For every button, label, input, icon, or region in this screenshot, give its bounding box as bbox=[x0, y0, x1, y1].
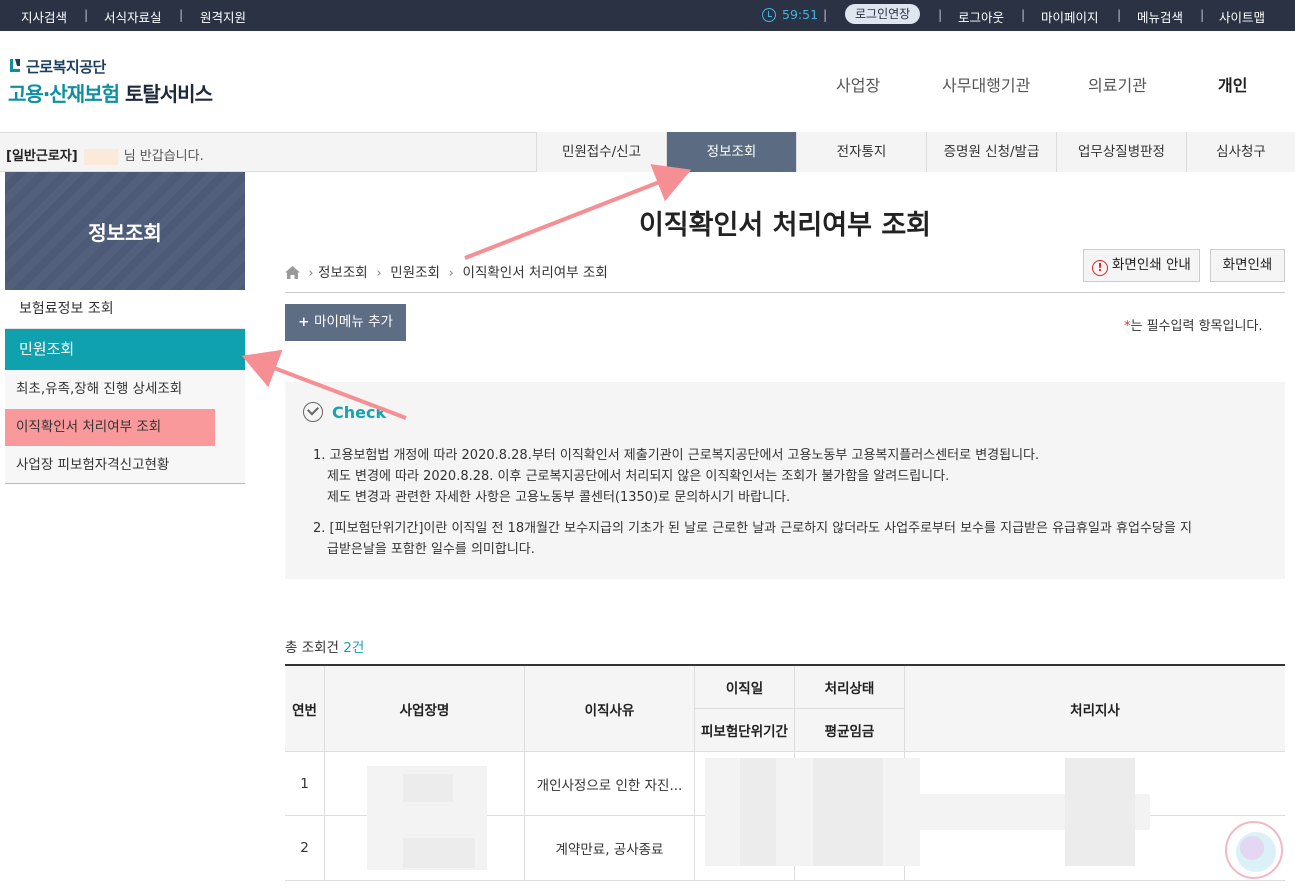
breadcrumb-chevron-icon: › bbox=[371, 265, 386, 281]
notice-item-2: 2. [피보험단위기간]이란 이직일 전 18개월간 보수지급의 기초가 된 날… bbox=[313, 518, 1268, 560]
separator: | bbox=[84, 7, 89, 22]
col-header-status: 처리상태 bbox=[795, 666, 905, 709]
privacy-mask bbox=[813, 758, 883, 866]
logo-org-name[interactable]: 근로복지공단 bbox=[26, 56, 106, 77]
lnb-subitem-separation-cert[interactable]: 이직확인서 처리여부 조회 bbox=[5, 408, 245, 447]
page-title: 이직확인서 처리여부 조회 bbox=[638, 210, 932, 241]
col-header-insured-period: 피보험단위기간 bbox=[695, 709, 795, 752]
result-table: 연번 사업장명 이직사유 이직일 처리상태 처리지사 피보험단위기간 평균임금 … bbox=[285, 664, 1285, 881]
lnb-item-civil-inquiry[interactable]: 민원조회 bbox=[5, 329, 245, 370]
col-header-reason: 이직사유 bbox=[525, 666, 695, 752]
masked-user-name bbox=[83, 148, 118, 165]
privacy-mask bbox=[740, 758, 776, 866]
tab-certificate[interactable]: 증명원 신청/발급 bbox=[926, 132, 1056, 172]
col-header-branch: 처리지사 bbox=[905, 666, 1285, 752]
logo-service-name[interactable]: 고용·산재보험 토탈서비스 bbox=[8, 78, 213, 107]
notice-line: 제도 변경과 관련한 자세한 사항은 고용노동부 콜센터(1350)로 문의하시… bbox=[327, 490, 791, 505]
menu-search-link[interactable]: 메뉴검색 bbox=[1137, 7, 1183, 26]
remote-support-link[interactable]: 원격지원 bbox=[200, 7, 246, 26]
tab-info-inquiry[interactable]: 정보조회 bbox=[666, 132, 796, 172]
home-icon[interactable] bbox=[285, 266, 300, 279]
required-notice: *는 필수입력 항목입니다. bbox=[1124, 315, 1263, 334]
alert-icon: ! bbox=[1092, 260, 1108, 276]
plus-icon: + bbox=[298, 314, 315, 330]
cell-no: 2 bbox=[285, 816, 325, 881]
mypage-link[interactable]: 마이페이지 bbox=[1041, 7, 1099, 26]
lnb-subitem-progress-detail[interactable]: 최초,유족,장해 진행 상세조회 bbox=[5, 370, 245, 408]
top-utility-bar: 지사검색 | 서식자료실 | 원격지원 59:51 | 로그인연장 | 로그아웃… bbox=[0, 0, 1295, 31]
tab-review-request[interactable]: 심사청구 bbox=[1186, 132, 1295, 172]
total-label: 총 조회건 bbox=[285, 640, 339, 656]
separator: | bbox=[938, 7, 943, 22]
separator: | bbox=[1200, 7, 1205, 22]
notice-title: Check bbox=[332, 403, 387, 422]
notice-line: 급받은날을 포함한 일수를 의미합니다. bbox=[327, 542, 535, 557]
separator: | bbox=[823, 7, 828, 22]
tab-civil-application[interactable]: 민원접수/신고 bbox=[536, 132, 666, 172]
total-count: 총 조회건 2건 bbox=[285, 636, 364, 656]
breadcrumb: › 정보조회 › 민원조회 › 이직확인서 처리여부 조회 bbox=[285, 261, 608, 281]
cell-reason: 계약만료, 공사종료 bbox=[525, 816, 695, 881]
site-header: 근로복지공단 고용·산재보험 토탈서비스 사업장 사무대행기관 의료기관 개인 bbox=[0, 31, 1295, 132]
col-header-no: 연번 bbox=[285, 666, 325, 752]
gnb-personal[interactable]: 개인 bbox=[1218, 72, 1247, 96]
breadcrumb-current: 이직확인서 처리여부 조회 bbox=[462, 265, 608, 281]
total-count-value: 2건 bbox=[343, 640, 365, 656]
user-type-label: [일반근로자] bbox=[6, 149, 78, 164]
breadcrumb-chevron-icon: › bbox=[308, 265, 314, 281]
col-header-company: 사업장명 bbox=[325, 666, 525, 752]
logo-service-accent: 고용·산재보험 bbox=[8, 82, 120, 106]
divider bbox=[285, 292, 1285, 293]
privacy-mask bbox=[1065, 758, 1135, 866]
cell-no: 1 bbox=[285, 752, 325, 816]
lnb-title: 정보조회 bbox=[88, 221, 162, 245]
privacy-mask bbox=[403, 838, 475, 868]
check-circle-icon bbox=[303, 402, 323, 422]
add-my-menu-button[interactable]: + 마이메뉴 추가 bbox=[285, 304, 406, 341]
notice-item-1: 1. 고용보험법 개정에 따라 2020.8.28.부터 이직확인서 제출기관이… bbox=[313, 445, 1268, 508]
cell-reason: 개인사정으로 인한 자진... bbox=[525, 752, 695, 816]
notice-box: Check 1. 고용보험법 개정에 따라 2020.8.28.부터 이직확인서… bbox=[285, 382, 1285, 579]
notice-line: 제도 변경에 따라 2020.8.28. 이후 근로복지공단에서 처리되지 않은… bbox=[327, 469, 950, 484]
chatbot-icon[interactable] bbox=[1222, 818, 1286, 882]
privacy-mask bbox=[403, 774, 453, 802]
separator: | bbox=[179, 7, 184, 22]
lnb-subitem-insured-status[interactable]: 사업장 피보험자격신고현황 bbox=[5, 446, 245, 484]
required-text: 는 필수입력 항목입니다. bbox=[1130, 319, 1263, 334]
gnb-agency[interactable]: 사무대행기관 bbox=[942, 72, 1030, 96]
branch-search-link[interactable]: 지사검색 bbox=[21, 7, 67, 26]
user-greeting: [일반근로자] 님 반갑습니다. bbox=[6, 145, 204, 165]
clock-icon bbox=[762, 8, 776, 22]
session-timer: 59:51 bbox=[782, 7, 819, 22]
logo-mark-icon bbox=[10, 59, 20, 72]
forms-library-link[interactable]: 서식자료실 bbox=[104, 7, 162, 26]
notice-line: 1. 고용보험법 개정에 따라 2020.8.28.부터 이직확인서 제출기관이… bbox=[313, 448, 1040, 463]
print-button[interactable]: 화면인쇄 bbox=[1210, 249, 1285, 282]
col-header-leave-date: 이직일 bbox=[695, 666, 795, 709]
separator: | bbox=[1021, 7, 1026, 22]
separator: | bbox=[1117, 7, 1122, 22]
gnb-medical[interactable]: 의료기관 bbox=[1088, 72, 1147, 96]
lnb-subitem-label: 이직확인서 처리여부 조회 bbox=[16, 419, 162, 435]
print-guide-label: 화면인쇄 안내 bbox=[1112, 257, 1191, 273]
lnb-item-premium-info[interactable]: 보험료정보 조회 bbox=[5, 290, 245, 329]
notice-line: 2. [피보험단위기간]이란 이직일 전 18개월간 보수지급의 기초가 된 날… bbox=[313, 521, 1192, 536]
breadcrumb-chevron-icon: › bbox=[444, 265, 459, 281]
tab-occupational-disease[interactable]: 업무상질병판정 bbox=[1056, 132, 1186, 172]
greeting-text: 님 반갑습니다. bbox=[123, 149, 204, 164]
sitemap-link[interactable]: 사이트맵 bbox=[1219, 7, 1265, 26]
breadcrumb-item[interactable]: 정보조회 bbox=[318, 265, 368, 281]
print-guide-button[interactable]: ! 화면인쇄 안내 bbox=[1083, 249, 1200, 282]
tab-e-notice[interactable]: 전자통지 bbox=[796, 132, 926, 172]
extend-login-button[interactable]: 로그인연장 bbox=[845, 4, 921, 24]
sub-navigation-bar: [일반근로자] 님 반갑습니다. 민원접수/신고 정보조회 전자통지 증명원 신청… bbox=[0, 132, 1295, 172]
gnb-business[interactable]: 사업장 bbox=[836, 72, 880, 96]
add-my-menu-label: 마이메뉴 추가 bbox=[314, 314, 393, 330]
logout-link[interactable]: 로그아웃 bbox=[958, 7, 1004, 26]
breadcrumb-item[interactable]: 민원조회 bbox=[390, 265, 440, 281]
col-header-avg-wage: 평균임금 bbox=[795, 709, 905, 752]
logo-service-text: 토탈서비스 bbox=[124, 82, 213, 106]
lnb-title-panel: 정보조회 bbox=[5, 172, 245, 290]
